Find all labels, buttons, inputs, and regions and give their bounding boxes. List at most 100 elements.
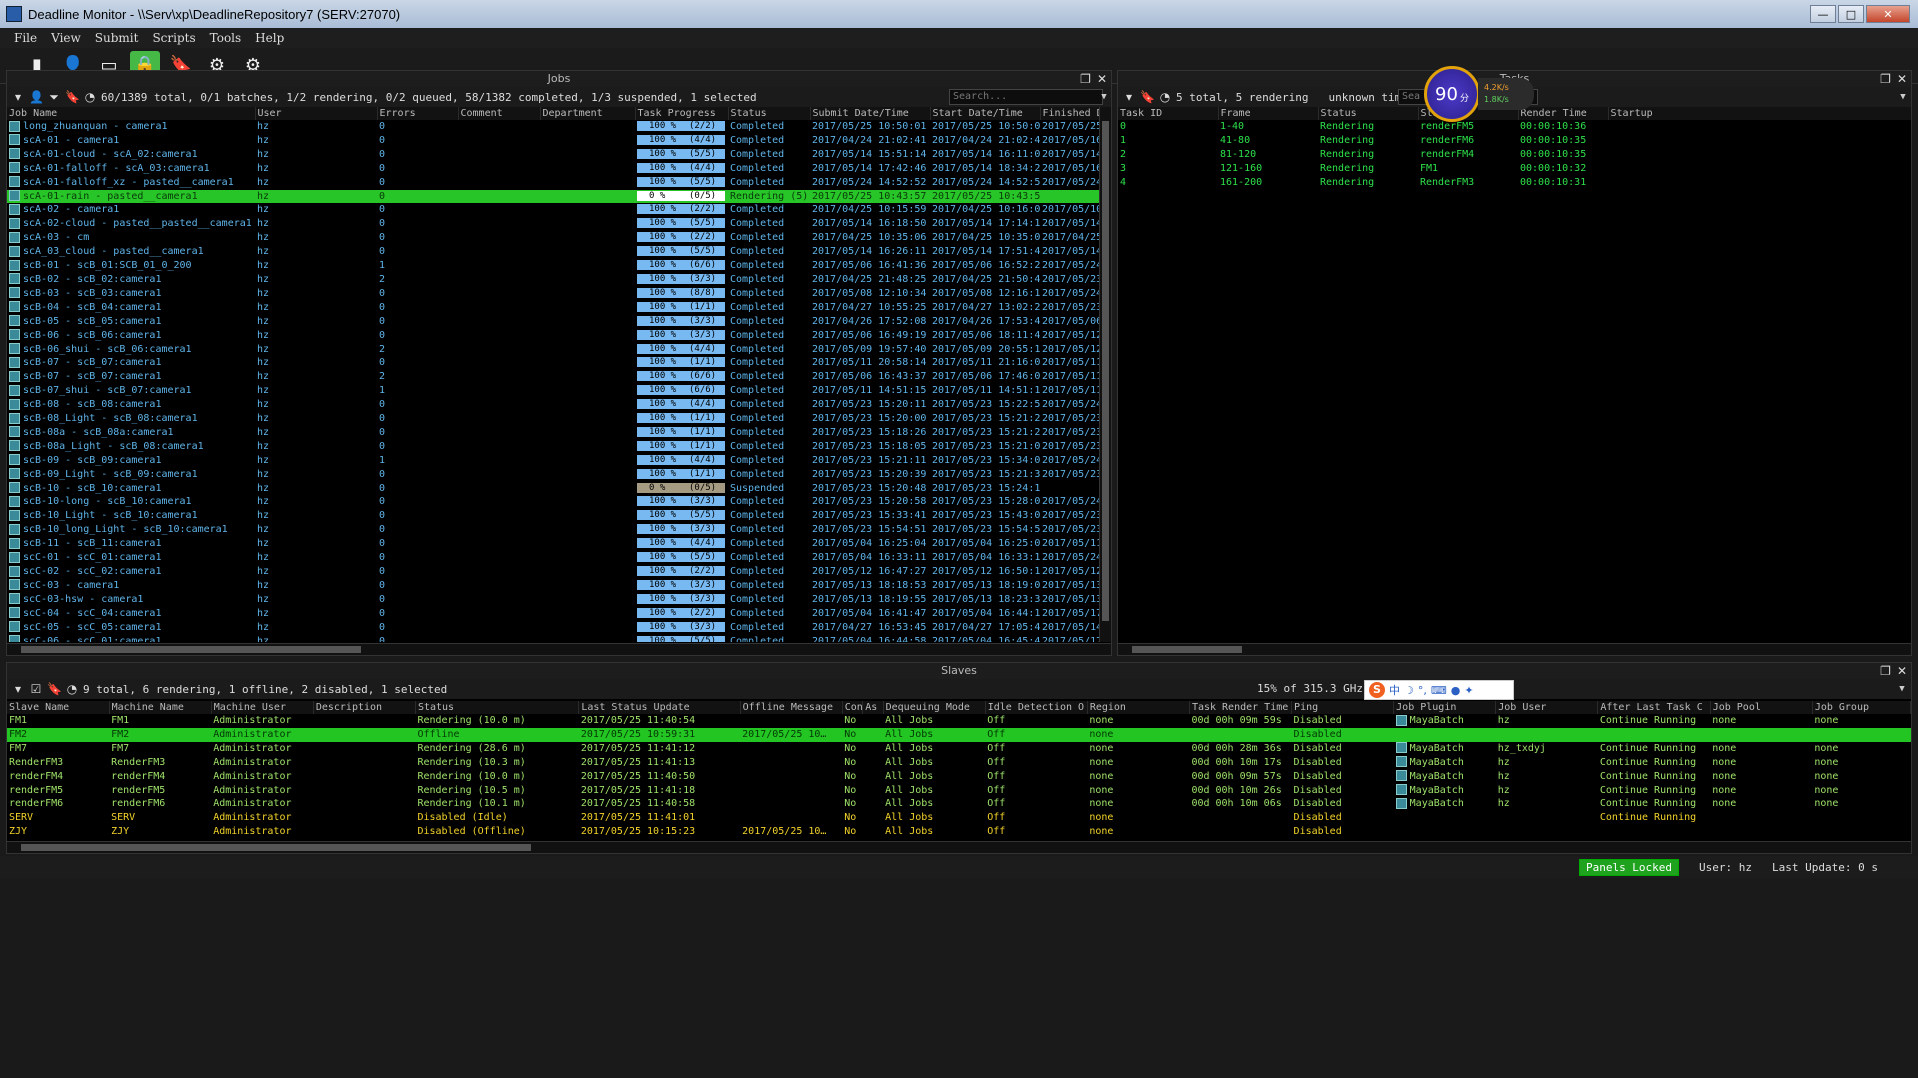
slave-row[interactable]: renderFM5 renderFM5 Administrator Rendering… [7,784,1911,798]
column-header[interactable]: Status [728,107,811,120]
menu-view[interactable]: View [51,31,81,45]
job-row[interactable]: scB-10 - scB_10:camera1 hz 0 0 % (0/5) Suspen… [7,482,1099,496]
column-header[interactable]: Ping [1291,701,1395,714]
column-header[interactable]: Task ID [1118,107,1219,120]
column-header[interactable]: Start Date/Time [930,107,1041,120]
minimize-button[interactable]: — [1810,5,1836,23]
job-row[interactable]: scB-04 - scB_04:camera1 hz 0 100 % (1/1) Comp… [7,301,1099,315]
column-header[interactable]: Conne [842,701,864,714]
punctuation-icon[interactable]: °, [1418,684,1427,697]
menu-help[interactable]: Help [255,31,284,45]
job-row[interactable]: scA-01-rain - pasted__camera1 hz 0 0 % (0/5)… [7,189,1099,204]
slave-row[interactable]: ZJY ZJY Administrator Disabled (Offline) 201… [7,825,1911,839]
job-row[interactable]: scB-07 - scB_07:camera1 hz 2 100 % (6/6) Comp… [7,370,1099,384]
job-row[interactable]: scA-02 - camera1 hz 0 100 % (2/2) Completed 20… [7,203,1099,217]
ime-lang[interactable]: 中 [1389,682,1400,698]
dropdown-icon[interactable]: ▾ [11,90,25,104]
column-header[interactable]: Startup [1608,107,1911,120]
job-row[interactable]: scC-05 - scC_05:camera1 hz 0 100 % (3/3) Comp… [7,621,1099,635]
column-header[interactable]: Slave Name [7,701,110,714]
job-row[interactable]: scC-03-hsw - camera1 hz 0 100 % (3/3) Complet… [7,593,1099,607]
jobs-horizontal-scrollbar[interactable] [7,643,1111,655]
slave-row[interactable]: renderFM4 renderFM4 Administrator Rendering… [7,770,1911,784]
task-row[interactable]: 1 41-80 Rendering renderFM6 00:00:10:35 [1118,134,1911,148]
job-row[interactable]: scB-09 - scB_09:camera1 hz 1 100 % (4/4) Comp… [7,454,1099,468]
checkbox-icon[interactable]: ☑ [29,682,43,696]
job-row[interactable]: scB-10-long - scB_10:camera1 hz 0 100 % (3/3… [7,495,1099,509]
bookmark-icon[interactable]: 🔖 [1140,90,1155,104]
column-header[interactable]: User [255,107,378,120]
jobs-vertical-scrollbar[interactable] [1099,107,1111,642]
column-header[interactable]: Job Group [1812,701,1911,714]
job-row[interactable]: scB-08_Light - scB_08:camera1 hz 0 100 % (1/… [7,412,1099,426]
float-icon[interactable]: ❐ [1880,663,1891,679]
job-row[interactable]: scB-07 - scB_07:camera1 hz 0 100 % (1/1) Comp… [7,356,1099,370]
menu-scripts[interactable]: Scripts [152,31,195,45]
jobs-search-input[interactable]: Search... [949,89,1103,105]
keyboard-icon[interactable]: ⌨ [1431,684,1447,697]
ime-toolbar[interactable]: S 中 ☽ °, ⌨ ● ✦ [1364,680,1514,700]
job-row[interactable]: scC-02 - scC_02:camera1 hz 0 100 % (2/2) Comp… [7,565,1099,579]
job-row[interactable]: scC-04 - scC_04:camera1 hz 0 100 % (2/2) Comp… [7,607,1099,621]
job-row[interactable]: scB-08a_Light - scB_08:camera1 hz 0 100 % (1… [7,440,1099,454]
job-row[interactable]: scB-01 - scB_01:SCB_01_0_200 hz 1 100 % (6/6… [7,259,1099,273]
slave-row[interactable]: RenderFM3 RenderFM3 Administrator Rendering… [7,756,1911,770]
column-header[interactable]: Department [540,107,636,120]
job-row[interactable]: scB-09_Light - scB_09:camera1 hz 0 100 % (1/… [7,468,1099,482]
dropdown-icon[interactable]: ▾ [11,682,25,696]
slaves-horizontal-scrollbar[interactable] [7,841,1911,853]
column-header[interactable]: Last Status Update [578,701,741,714]
column-header[interactable]: Offline Message [740,701,843,714]
pie-icon[interactable]: ◔ [1158,90,1172,104]
tasks-search-dropdown-icon[interactable]: ▼ [1896,89,1910,105]
job-row[interactable]: scC-01 - scC_01:camera1 hz 0 100 % (5/5) Comp… [7,551,1099,565]
column-header[interactable]: Status [1318,107,1419,120]
slave-row[interactable]: FM7 FM7 Administrator Rendering (28.6 m) 201… [7,742,1911,756]
job-row[interactable]: scB-10_Light - scB_10:camera1 hz 0 100 % (5/… [7,509,1099,523]
job-row[interactable]: scA-02-cloud - pasted__pasted__camera1 hz… [7,217,1099,231]
slave-row[interactable]: renderFM6 renderFM6 Administrator Rendering… [7,797,1911,811]
float-icon[interactable]: ❐ [1880,71,1891,87]
column-header[interactable]: Submit Date/Time [810,107,931,120]
column-header[interactable]: Frame [1218,107,1319,120]
speed-score-badge[interactable]: 90 分 [1424,66,1480,122]
column-header[interactable]: Description [313,701,416,714]
menu-submit[interactable]: Submit [95,31,139,45]
job-row[interactable]: scB-10_long_Light - scB_10:camera1 hz 0 100… [7,523,1099,537]
job-row[interactable]: scC-03 - camera1 hz 0 100 % (3/3) Completed 20… [7,579,1099,593]
column-header[interactable]: Machine Name [109,701,212,714]
column-header[interactable]: Machine User [211,701,314,714]
column-header[interactable]: Job Pool [1710,701,1813,714]
job-row[interactable]: scA-01-cloud - scA_02:camera1 hz 0 100 % (5/… [7,148,1099,162]
close-panel-icon[interactable]: ✕ [1897,71,1907,87]
task-row[interactable]: 3 121-160 Rendering FM1 00:00:10:32 [1118,162,1911,176]
job-row[interactable]: scB-07_shui - scB_07:camera1 hz 1 100 % (6/6… [7,384,1099,398]
job-row[interactable]: scA-01-falloff_xz - pasted__camera1 hz 0 10… [7,176,1099,190]
moon-icon[interactable]: ☽ [1404,684,1414,697]
slaves-dropdown-icon[interactable]: ▼ [1895,681,1909,697]
tools-icon[interactable]: ✦ [1464,684,1473,697]
float-icon[interactable]: ❐ [1080,71,1091,87]
column-header[interactable]: Dequeuing Mode [883,701,986,714]
column-header[interactable]: Job Name [7,107,256,120]
job-row[interactable]: scB-08 - scB_08:camera1 hz 0 100 % (4/4) Comp… [7,398,1099,412]
job-row[interactable]: scB-03 - scB_03:camera1 hz 0 100 % (8/8) Comp… [7,287,1099,301]
column-header[interactable]: Status [415,701,580,714]
job-row[interactable]: scA-03 - cm hz 0 100 % (2/2) Completed 2017/04… [7,231,1099,245]
user-filter-icon[interactable]: 👤 [29,90,44,104]
task-row[interactable]: 0 1-40 Rendering renderFM5 00:00:10:36 [1118,120,1911,134]
column-header[interactable]: Job User [1495,701,1599,714]
column-header[interactable]: Task Render Time [1189,701,1293,714]
job-row[interactable]: scB-02 - scB_02:camera1 hz 2 100 % (3/3) Comp… [7,273,1099,287]
bookmark-icon[interactable]: 🔖 [65,90,80,104]
column-header[interactable]: As [862,701,884,714]
jobs-search-dropdown-icon[interactable]: ▼ [1097,89,1111,105]
task-row[interactable]: 4 161-200 Rendering RenderFM3 00:00:10:31 [1118,176,1911,190]
column-header[interactable]: Errors [377,107,459,120]
menu-file[interactable]: File [14,31,37,45]
column-header[interactable]: Job Plugin [1393,701,1497,714]
task-row[interactable]: 2 81-120 Rendering renderFM4 00:00:10:35 [1118,148,1911,162]
column-header[interactable]: Comment [458,107,541,120]
close-panel-icon[interactable]: ✕ [1897,663,1907,679]
bookmark-icon[interactable]: 🔖 [47,682,62,696]
